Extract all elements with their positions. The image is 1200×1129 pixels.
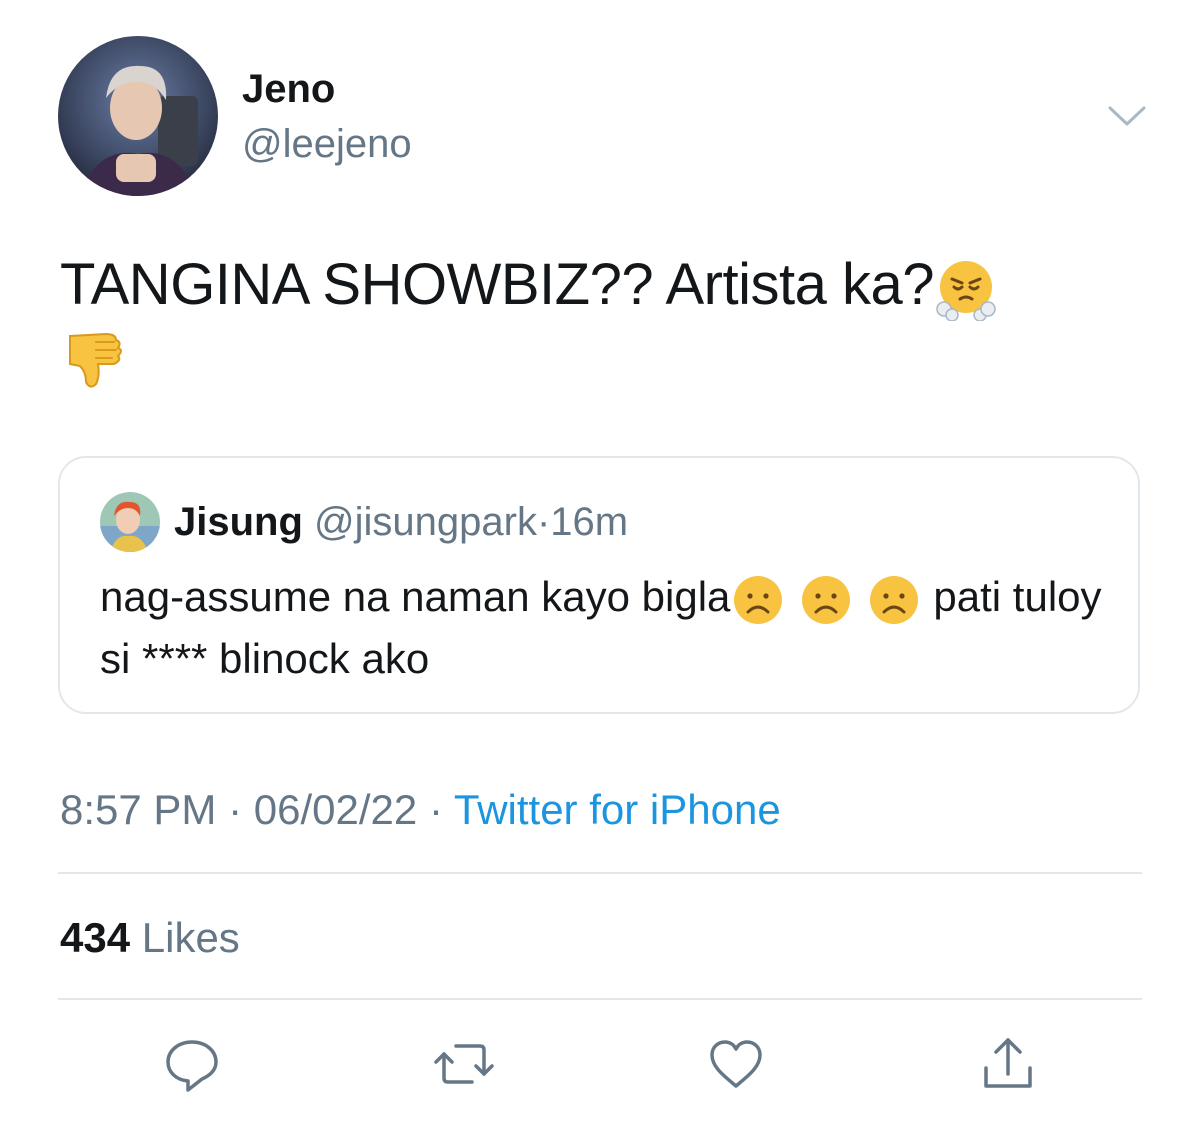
quoted-separator: · <box>536 500 551 544</box>
frowning-face-icon <box>730 572 786 628</box>
likes-count: 434 <box>60 914 131 961</box>
face-with-steam-from-nose-icon <box>934 257 998 321</box>
tweet-text-content: TANGINA SHOWBIZ?? Artista ka? <box>60 252 935 317</box>
author-handle[interactable]: @leejeno <box>242 120 412 168</box>
tweet-text: TANGINA SHOWBIZ?? Artista ka? <box>60 250 1150 392</box>
retweet-icon[interactable] <box>432 1034 496 1094</box>
quoted-author-display-name: Jisung <box>174 500 303 544</box>
quoted-author-avatar <box>100 492 160 552</box>
frowning-face-icon <box>866 572 922 628</box>
thumbs-down-icon <box>60 326 126 392</box>
meta-separator: · <box>428 786 443 833</box>
meta-separator: · <box>228 786 243 833</box>
share-icon[interactable] <box>976 1034 1040 1094</box>
quoted-author-handle: @jisungpark <box>314 500 537 544</box>
likes-stat[interactable]: 434 Likes <box>60 912 240 964</box>
divider <box>58 872 1142 874</box>
frowning-face-icon <box>798 572 854 628</box>
author-display-name[interactable]: Jeno <box>242 66 335 112</box>
quoted-tweet-card[interactable]: Jisung @jisungpark·16m nag-assume na nam… <box>58 456 1140 714</box>
like-icon[interactable] <box>704 1034 768 1094</box>
reply-icon[interactable] <box>160 1034 224 1094</box>
quoted-tweet-text: nag-assume na naman kayo bigla pati tulo… <box>100 566 1110 690</box>
author-avatar[interactable] <box>58 36 218 196</box>
tweet-date: 06/02/22 <box>253 786 418 833</box>
likes-label: Likes <box>141 914 240 961</box>
tweet-source-link[interactable]: Twitter for iPhone <box>454 786 781 833</box>
tweet-meta: 8:57 PM · 06/02/22 · Twitter for iPhone <box>60 784 781 836</box>
tweet-time: 8:57 PM <box>60 786 217 833</box>
quoted-text-part1: nag-assume na naman kayo bigla <box>100 573 731 620</box>
divider <box>58 998 1142 1000</box>
quoted-tweet-header: Jisung @jisungpark·16m <box>174 496 628 548</box>
quoted-time: 16m <box>550 500 629 544</box>
more-options-chevron-icon[interactable] <box>1106 100 1148 130</box>
